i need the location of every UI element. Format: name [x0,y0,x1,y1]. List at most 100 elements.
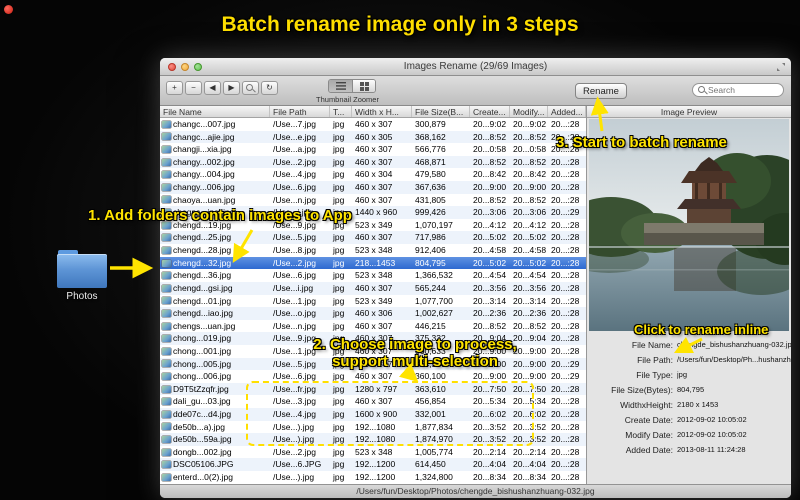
table-row[interactable]: changc...007.jpg/Use...7.jpg jpg 460 x 307… [160,118,586,131]
cell-file-path: /Use...7.jpg [273,119,316,129]
cell-added: 20...:28 [551,308,580,319]
column-header-dimensions[interactable]: Width x H... [352,106,412,117]
cell-file-size: 614,450 [415,459,446,470]
cell-file-path: /Use...2.jpg [273,446,316,457]
fullscreen-icon[interactable] [776,62,786,72]
thumbnail-icon [162,448,171,456]
cell-type: jpg [333,308,345,319]
cell-type: jpg [333,472,345,483]
thumbnail-icon [162,183,171,191]
search-toolbar-button[interactable] [242,81,259,95]
cell-modified: 20...3:14 [513,295,547,306]
table-row[interactable]: chengd...32.jpg/Use...2.jpg jpg 218...1453… [160,256,586,270]
cell-type: jpg [333,295,345,306]
search-field[interactable] [692,83,784,97]
cell-created: 20...2:14 [473,446,507,457]
cell-dimensions: 192...1200 [355,472,396,483]
multi-selection-highlight-box [246,381,534,446]
preview-panel: Image Preview File Name: chengde_bishush… [586,106,791,484]
back-button[interactable]: ◀ [204,81,221,95]
search-input[interactable] [708,85,778,95]
table-row[interactable]: chengs...uan.jpg/Use...n.jpg jpg 460 x 307… [160,320,586,333]
column-header-modified[interactable]: Modify... [510,106,548,117]
table-row[interactable]: changji...xia.jpg/Use...a.jpg jpg 460 x 30… [160,143,586,156]
cell-added: 20...:28 [551,383,580,394]
thumbnail-icon [162,234,171,242]
cell-file-size: 566,776 [415,144,446,155]
thumbnail-icon [162,259,171,267]
toolbar-button-group: + − ◀ ▶ ↻ [166,81,278,95]
cell-created: 20...0:58 [473,144,507,155]
cell-dimensions: 460 x 306 [355,308,393,319]
cell-file-size: 1,002,627 [415,308,453,319]
column-header-created[interactable]: Create... [470,106,510,117]
table-row[interactable]: chengd...25.jpg/Use...5.jpg jpg 460 x 307 7… [160,231,586,245]
preview-header: Image Preview [587,106,791,118]
table-row[interactable]: changy...006.jpg/Use...6.jpg jpg 460 x 307… [160,181,586,194]
cell-modified: 20...3:06 [513,207,547,218]
cell-added: 20...:28 [551,119,580,129]
table-row[interactable]: changc...ajie.jpg/Use...e.jpg jpg 460 x 30… [160,130,586,144]
field-label: File Name: [631,339,673,350]
field-value: 2013-08-11 11:24:28 [677,445,746,454]
cell-modified: 20...4:04 [513,459,547,470]
table-row[interactable]: chengd...28.jpg/Use...8.jpg jpg 523 x 348 9… [160,244,586,257]
table-row[interactable]: chengd...iao.jpg/Use...o.jpg jpg 460 x 306… [160,307,586,320]
field-value: 2180 x 1453 [677,400,719,409]
cell-type: jpg [333,459,345,470]
preview-field: File Path: /Users/fun/Desktop/Ph...hushan… [587,352,791,367]
thumbnail-icon [162,284,171,292]
list-view-button[interactable] [329,80,352,92]
table-row[interactable]: dongb...002.jpg/Use...2.jpg jpg 523 x 348 1… [160,446,586,459]
cell-modified: 20...5:02 [513,232,547,243]
cell-file-name: changy...004.jpg [160,168,270,181]
cell-modified: 20...8:52 [513,131,547,142]
cell-added: 20...:28 [551,270,580,281]
thumbnail-icon [162,309,171,317]
cell-type: jpg [333,446,345,457]
cell-dimensions: 1440 x 960 [355,207,398,218]
table-row[interactable]: chaoya...uan.jpg/Use...n.jpg jpg 460 x 307… [160,194,586,207]
refresh-button[interactable]: ↻ [261,81,278,95]
list-icon [335,82,346,90]
annotation-step2-line2: support multi-selection [332,353,498,370]
thumbnail-icon [162,410,171,418]
table-row[interactable]: changy...002.jpg/Use...2.jpg jpg 460 x 307… [160,155,586,169]
column-header-file-name[interactable]: File Name [160,106,270,117]
cell-created: 20...4:54 [473,270,507,281]
remove-button[interactable]: − [185,81,202,95]
cell-created: 20...3:14 [473,295,507,306]
photos-folder-icon[interactable] [57,250,107,288]
field-label: File Type: [636,369,673,380]
thumbnail-icon [162,171,171,179]
cell-dimensions: 460 x 307 [355,156,393,167]
cell-created: 20...8:34 [473,472,507,483]
preview-field: WidthxHeight: 2180 x 1453 [587,397,791,412]
rename-button[interactable]: Rename [575,83,627,99]
title-bar[interactable]: Images Rename (29/69 Images) [160,58,791,76]
table-row[interactable]: enterd...0(2).jpg/Use...).jpg jpg 192...12… [160,471,586,484]
field-value: /Users/fun/Desktop/Ph...hushanzhuang-032… [677,355,791,364]
cell-file-path: /Use...6.jpg [273,182,316,193]
table-row[interactable]: changy...004.jpg/Use...4.jpg jpg 460 x 304… [160,168,586,181]
table-row[interactable]: chengd...36.jpg/Use...6.jpg jpg 523 x 348 1… [160,269,586,282]
column-header-type[interactable]: T... [330,106,352,117]
cell-dimensions: 460 x 307 [355,282,393,293]
table-row[interactable]: DSC05106.JPG/Use...6.JPG jpg 192...1200 614… [160,458,586,472]
cell-added: 20...:28 [551,194,580,205]
field-label: File Path: [637,354,673,365]
column-header-added[interactable]: Added... [548,106,586,117]
cell-modified: 20...5:02 [513,257,547,268]
add-folder-button[interactable]: + [166,81,183,95]
column-header-file-path[interactable]: File Path [270,106,330,117]
table-row[interactable]: chengd...gsi.jpg/Use...i.jpg jpg 460 x 307… [160,281,586,295]
cell-file-path: /Use...6.jpg [273,270,316,281]
cell-type: jpg [333,232,345,243]
table-row[interactable]: chengd...01.jpg/Use...1.jpg jpg 523 x 349 1… [160,295,586,308]
cell-added: 20...:28 [551,295,580,306]
cell-file-path: /Use...1.jpg [273,295,316,306]
field-value[interactable]: chengde_bishushanzhuang-032.jpg [677,340,791,349]
grid-view-button[interactable] [352,80,375,92]
column-header-file-size[interactable]: File Size(B... [412,106,470,117]
forward-button[interactable]: ▶ [223,81,240,95]
